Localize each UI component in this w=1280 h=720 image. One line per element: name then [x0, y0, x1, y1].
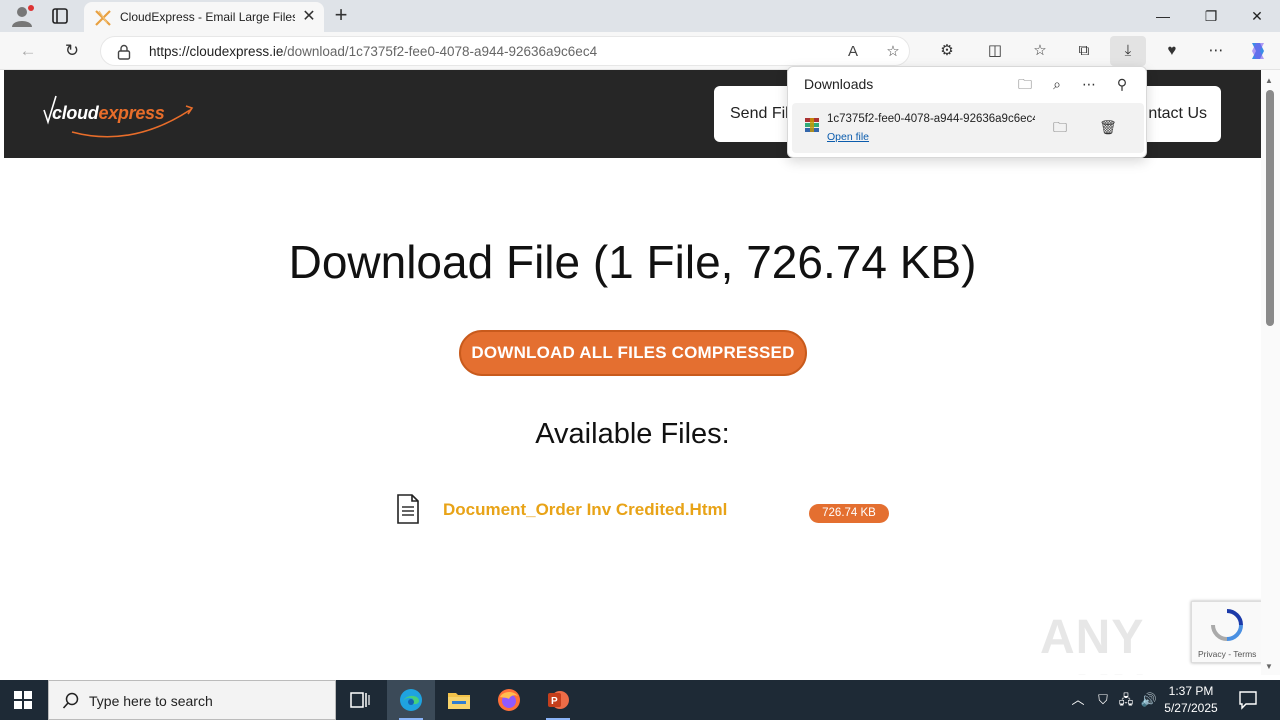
download-filename: 1c7375f2-fee0-4078-a944-92636a9c6ec4	[827, 113, 1035, 125]
windows-taskbar: Type here to search P ︿ ⛉ 🖧 🔊 1:37 PM 5/…	[0, 680, 1280, 720]
logo-text[interactable]: cloudexpress	[52, 103, 165, 124]
tab-title: CloudExpress - Email Large Files	[120, 10, 295, 24]
more-menu-icon[interactable]: ⋯	[1204, 39, 1228, 63]
file-size-badge: 726.74 KB	[809, 504, 889, 523]
lock-icon[interactable]	[117, 44, 131, 60]
available-files-heading: Available Files:	[535, 418, 730, 450]
new-tab-icon[interactable]: +	[330, 4, 352, 26]
extensions-icon[interactable]: ⚙	[935, 39, 959, 63]
search-icon	[62, 692, 79, 709]
collections-icon[interactable]: ⧉	[1072, 39, 1096, 63]
notification-dot	[28, 5, 34, 11]
clock-date: 5/27/2025	[1164, 701, 1218, 715]
url-text[interactable]: https://cloudexpress.ie/download/1c7375f…	[149, 44, 597, 59]
recaptcha-icon	[1211, 609, 1243, 641]
archive-file-icon	[805, 118, 819, 132]
document-icon	[397, 494, 419, 524]
security-tray-icon[interactable]: ⛉	[1094, 691, 1112, 709]
favorites-icon[interactable]: ☆	[1028, 39, 1052, 63]
web-page: cloudexpress Send Fil ntact Us Download …	[4, 70, 1261, 675]
back-icon[interactable]: ←	[16, 39, 40, 63]
nav-send-files[interactable]: Send Fil	[730, 105, 789, 123]
recaptcha-badge[interactable]: Privacy - Terms	[1191, 601, 1261, 663]
download-item[interactable]: 1c7375f2-fee0-4078-a944-92636a9c6ec4 Ope…	[792, 103, 1144, 153]
address-bar[interactable]: https://cloudexpress.ie/download/1c7375f…	[100, 36, 910, 66]
restore-icon[interactable]: ❐	[1196, 4, 1226, 28]
edge-icon	[400, 689, 422, 711]
close-tab-icon[interactable]: ✕	[300, 8, 318, 26]
nav-contact-us[interactable]: ntact Us	[1148, 105, 1207, 123]
page-scrollbar[interactable]: ▲ ▼	[1261, 70, 1280, 675]
taskbar-powerpoint[interactable]: P	[534, 680, 582, 720]
search-downloads-icon[interactable]: ⌕	[1047, 74, 1067, 94]
powerpoint-icon: P	[548, 691, 569, 709]
scroll-up-icon[interactable]: ▲	[1265, 76, 1273, 85]
search-placeholder: Type here to search	[89, 693, 213, 709]
page-title: Download File (1 File, 726.74 KB)	[288, 236, 977, 288]
copilot-icon[interactable]	[1246, 39, 1270, 63]
read-aloud-icon[interactable]: A	[843, 42, 863, 62]
scroll-down-icon[interactable]: ▼	[1265, 662, 1273, 671]
tab-actions-icon[interactable]	[50, 6, 70, 26]
task-view-button[interactable]	[336, 680, 384, 720]
favorite-star-icon[interactable]: ☆	[883, 42, 903, 62]
show-in-folder-icon[interactable]: 🗀	[1050, 117, 1070, 137]
taskbar-edge[interactable]	[387, 680, 435, 720]
windows-start-icon[interactable]	[14, 691, 32, 709]
download-all-button[interactable]: DOWNLOAD ALL FILES COMPRESSED	[459, 330, 807, 376]
taskbar-clock[interactable]: 1:37 PM 5/27/2025	[1160, 683, 1222, 717]
refresh-icon[interactable]: ↻	[60, 39, 84, 63]
minimize-icon[interactable]: —	[1148, 4, 1178, 28]
browser-essentials-icon[interactable]: ♥	[1160, 39, 1184, 63]
folder-icon	[448, 693, 470, 709]
notifications-icon[interactable]	[1238, 690, 1258, 710]
close-window-icon[interactable]: ✕	[1242, 4, 1272, 28]
show-hidden-icons-icon[interactable]: ︿	[1070, 691, 1086, 709]
browser-toolbar: ← ↻ https://cloudexpress.ie/download/1c7…	[0, 32, 1280, 70]
network-icon[interactable]: 🖧	[1117, 691, 1135, 709]
downloads-icon[interactable]: ⤓	[1110, 36, 1146, 66]
downloads-title: Downloads	[804, 76, 874, 92]
volume-icon[interactable]: 🔊	[1140, 691, 1158, 709]
open-downloads-folder-icon[interactable]: 🗀	[1015, 74, 1035, 94]
file-link[interactable]: Document_Order Inv Credited.Html	[443, 500, 727, 520]
clock-time: 1:37 PM	[1168, 684, 1214, 698]
downloads-more-icon[interactable]: ⋯	[1079, 74, 1099, 94]
browser-tab[interactable]: CloudExpress - Email Large Files ✕	[84, 2, 324, 32]
firefox-icon	[498, 689, 520, 711]
svg-text:P: P	[551, 696, 558, 707]
scroll-thumb[interactable]	[1266, 90, 1274, 326]
task-view-icon	[350, 692, 370, 708]
taskbar-firefox[interactable]	[485, 680, 533, 720]
split-screen-icon[interactable]: ◫	[983, 39, 1007, 63]
open-file-link[interactable]: Open file	[827, 131, 869, 143]
browser-titlebar: CloudExpress - Email Large Files ✕ + — ❐…	[0, 0, 1280, 32]
delete-icon[interactable]: 🗑	[1098, 117, 1118, 137]
recaptcha-links[interactable]: Privacy - Terms	[1198, 649, 1256, 659]
cloudexpress-favicon-icon	[95, 10, 111, 26]
pin-icon[interactable]: ⚲	[1112, 74, 1132, 94]
taskbar-file-explorer[interactable]	[435, 680, 483, 720]
downloads-panel: Downloads 🗀 ⌕ ⋯ ⚲ 1c7375f2-fee0-4078-a94…	[787, 66, 1147, 158]
taskbar-search[interactable]: Type here to search	[48, 680, 336, 720]
